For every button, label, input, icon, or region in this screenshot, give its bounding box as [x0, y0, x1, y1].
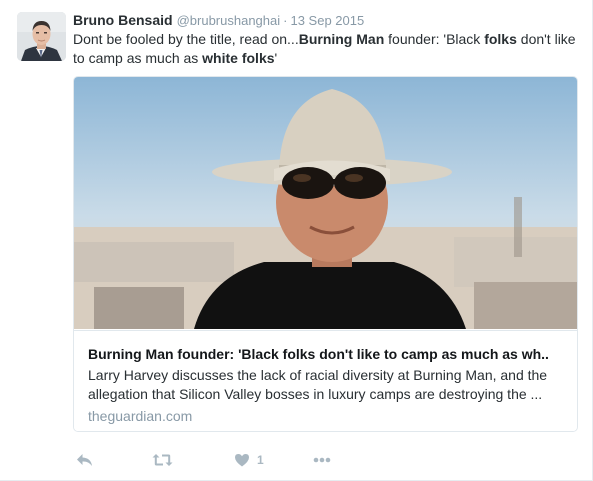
- like-button[interactable]: 1: [234, 449, 264, 471]
- retweet-button[interactable]: [152, 449, 173, 471]
- card-description: Larry Harvey discusses the lack of racia…: [88, 367, 548, 402]
- reply-button[interactable]: [76, 449, 93, 471]
- tweet-text-bold: Burning Man: [298, 31, 385, 47]
- tweet-header: Bruno Bensaid @brubrushanghai · 13 Sep 2015: [73, 11, 364, 30]
- tweet-text: Dont be fooled by the title, read on...B…: [73, 30, 578, 68]
- tweet-text-part: founder: 'Black: [384, 31, 485, 47]
- card-body: Burning Man founder: 'Black folks don't …: [74, 330, 577, 431]
- tweet-actions: 1: [73, 449, 373, 471]
- heart-icon: [234, 453, 250, 467]
- card-title[interactable]: Burning Man founder: 'Black folks don't …: [88, 345, 568, 363]
- more-button[interactable]: [313, 449, 331, 471]
- author-fullname[interactable]: Bruno Bensaid: [73, 12, 173, 28]
- card-image: [74, 77, 577, 329]
- like-count: 1: [257, 453, 264, 467]
- tweet-text-part: Dont be fooled by the title, read on...: [73, 31, 299, 47]
- tweet-text-bold: folks: [484, 31, 517, 47]
- tweet: Bruno Bensaid @brubrushanghai · 13 Sep 2015…: [0, 0, 593, 481]
- author-username[interactable]: @brubrushanghai: [177, 13, 281, 28]
- retweet-icon: [152, 453, 173, 467]
- tweet-timestamp[interactable]: 13 Sep 2015: [290, 13, 364, 28]
- link-card[interactable]: Burning Man founder: 'Black folks don't …: [73, 76, 578, 432]
- more-icon: [313, 457, 331, 463]
- tweet-text-bold: white folks: [202, 50, 275, 66]
- avatar-image: [17, 12, 66, 61]
- card-domain: theguardian.com: [88, 408, 193, 424]
- avatar[interactable]: [17, 12, 66, 61]
- reply-icon: [76, 453, 93, 467]
- header-separator: ·: [283, 13, 288, 28]
- tweet-text-part: ': [274, 50, 278, 66]
